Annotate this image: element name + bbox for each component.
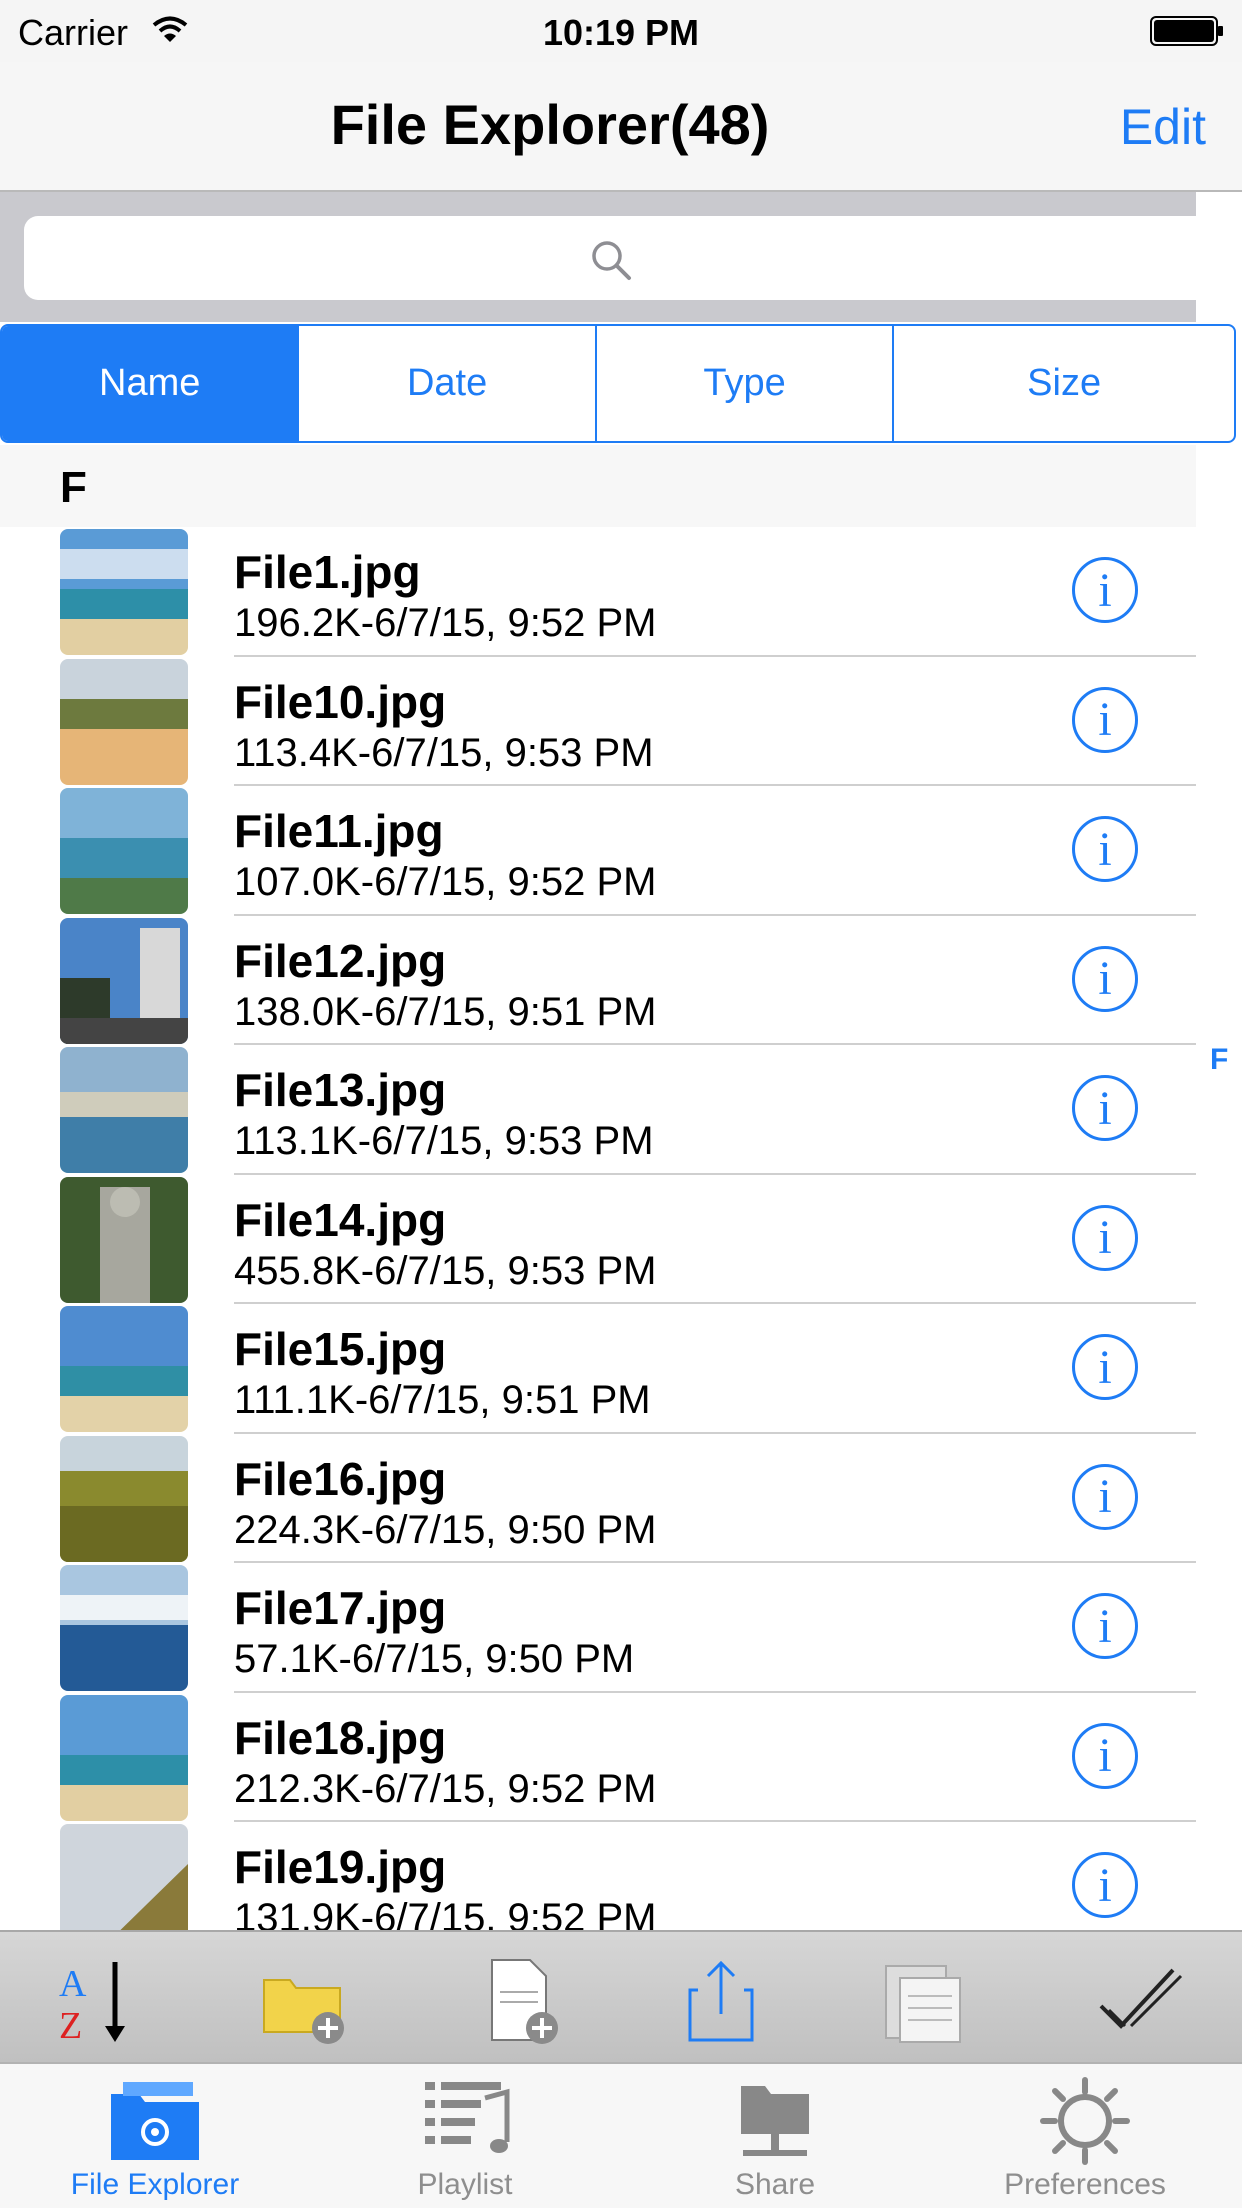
file-meta: 113.1K-6/7/15, 9:53 PM [234, 1119, 654, 1163]
paste-icon[interactable] [878, 1956, 968, 2046]
info-icon[interactable]: i [1072, 1075, 1138, 1141]
file-name: File16.jpg [234, 1452, 447, 1505]
file-meta: 57.1K-6/7/15, 9:50 PM [234, 1637, 635, 1681]
file-name: File10.jpg [234, 675, 447, 728]
file-name: File17.jpg [234, 1582, 447, 1634]
file-meta: 111.1K-6/7/15, 9:51 PM [234, 1378, 651, 1422]
file-meta: 455.8K-6/7/15, 9:53 PM [234, 1248, 657, 1293]
info-icon[interactable]: i [1072, 1463, 1138, 1530]
file-name: File13.jpg [234, 1064, 447, 1116]
new-folder-icon[interactable] [260, 1956, 350, 2046]
list-item[interactable]: File17.jpg 57.1K-6/7/15, 9:50 PM i [0, 1563, 1196, 1693]
tab-label: Playlist [417, 2168, 513, 2201]
segment-name[interactable]: Name [2, 326, 300, 441]
playlist-icon [425, 2082, 510, 2153]
section-header: F [0, 445, 1196, 527]
segment-type[interactable]: Type [597, 326, 895, 441]
photo-thumbnail [60, 1824, 188, 1930]
list-item[interactable]: File19.jpg 131.9K-6/7/15, 9:52 PM i [0, 1822, 1196, 1930]
file-name: File18.jpg [234, 1711, 447, 1764]
tab-share[interactable]: Share [620, 2064, 930, 2208]
info-icon[interactable]: i [1072, 945, 1138, 1012]
info-icon[interactable]: i [1072, 1593, 1138, 1659]
list-item[interactable]: File16.jpg 224.3K-6/7/15, 9:50 PM i [0, 1434, 1196, 1563]
info-icon[interactable]: i [1072, 1722, 1138, 1789]
edit-button[interactable]: Edit [1120, 98, 1206, 156]
page-title: File Explorer(48) [330, 93, 770, 156]
folder-gear-icon [111, 2082, 199, 2160]
status-time: 10:19 PM [542, 12, 700, 53]
list-item[interactable]: File10.jpg 113.4K-6/7/15, 9:53 PM i [0, 657, 1196, 786]
tab-label: Share [734, 2168, 816, 2201]
tab-playlist[interactable]: Playlist [310, 2064, 620, 2208]
photo-thumbnail [60, 1306, 188, 1432]
list-item[interactable]: File18.jpg 212.3K-6/7/15, 9:52 PM i [0, 1693, 1196, 1822]
file-meta: 224.3K-6/7/15, 9:50 PM [234, 1507, 657, 1552]
status-bar: Carrier 10:19 PM [0, 0, 1242, 62]
photo-thumbnail [60, 658, 188, 785]
info-icon[interactable]: i [1072, 1852, 1138, 1918]
photo-thumbnail [60, 1435, 188, 1562]
file-name: File1.jpg [234, 546, 421, 598]
file-name: File15.jpg [234, 1323, 447, 1375]
sort-az-icon[interactable]: A Z [55, 1956, 145, 2046]
tab-label: File Explorer [70, 2168, 240, 2201]
file-name: File14.jpg [234, 1193, 447, 1246]
photo-thumbnail [60, 1565, 188, 1691]
info-icon[interactable]: i [1072, 1334, 1138, 1400]
file-meta: 138.0K-6/7/15, 9:51 PM [234, 989, 657, 1034]
list-item[interactable]: File13.jpg 113.1K-6/7/15, 9:53 PM i [0, 1045, 1196, 1175]
list-item[interactable]: File1.jpg 196.2K-6/7/15, 9:52 PM i [0, 527, 1196, 657]
list-item[interactable]: File12.jpg 138.0K-6/7/15, 9:51 PM i [0, 916, 1196, 1045]
tab-preferences[interactable]: Preferences [930, 2064, 1240, 2208]
svg-text:Z: Z [59, 2005, 82, 2046]
search-input[interactable] [24, 216, 1218, 300]
photo-thumbnail [60, 1176, 188, 1303]
file-name: File19.jpg [234, 1841, 447, 1893]
search-icon [592, 241, 631, 280]
info-icon[interactable]: i [1072, 816, 1138, 882]
tab-label: Preferences [1004, 2168, 1166, 2201]
file-list: File1.jpg 196.2K-6/7/15, 9:52 PM i File1… [0, 527, 1196, 1930]
navigation-bar: File Explorer(48) Edit [0, 62, 1242, 192]
new-file-icon[interactable] [480, 1956, 570, 2046]
photo-thumbnail [60, 529, 188, 655]
share-icon[interactable] [676, 1956, 766, 2046]
list-item[interactable]: File11.jpg 107.0K-6/7/15, 9:52 PM i [0, 786, 1196, 916]
file-meta: 107.0K-6/7/15, 9:52 PM [234, 860, 657, 904]
action-toolbar: A Z [0, 1930, 1242, 2062]
index-letter[interactable]: F [1210, 1043, 1228, 1077]
photo-thumbnail [60, 1694, 188, 1821]
info-icon[interactable]: i [1072, 686, 1138, 753]
file-name: File12.jpg [234, 934, 447, 987]
svg-text:A: A [59, 1963, 87, 2005]
file-meta: 113.4K-6/7/15, 9:53 PM [234, 730, 654, 775]
segment-size[interactable]: Size [894, 326, 1234, 441]
tab-bar: File Explorer Playlist Share Preferences [0, 2062, 1242, 2208]
gear-icon [1040, 2077, 1130, 2165]
battery-icon [1150, 16, 1223, 46]
file-meta: 131.9K-6/7/15, 9:52 PM [234, 1896, 657, 1930]
segment-date[interactable]: Date [299, 326, 597, 441]
select-all-checkmark-icon[interactable] [1095, 1956, 1185, 2046]
file-meta: 196.2K-6/7/15, 9:52 PM [234, 601, 657, 645]
network-folder-icon [741, 2086, 809, 2156]
list-item[interactable]: File15.jpg 111.1K-6/7/15, 9:51 PM i [0, 1304, 1196, 1434]
search-bar [0, 192, 1218, 322]
info-icon[interactable]: i [1072, 557, 1138, 623]
photo-thumbnail [60, 788, 188, 914]
photo-thumbnail [60, 1047, 188, 1173]
info-icon[interactable]: i [1072, 1204, 1138, 1271]
tab-file-explorer[interactable]: File Explorer [0, 2064, 310, 2208]
file-name: File11.jpg [234, 805, 444, 857]
photo-thumbnail [60, 917, 188, 1044]
sort-segmented-control: Name Date Type Size [0, 324, 1236, 443]
list-item[interactable]: File14.jpg 455.8K-6/7/15, 9:53 PM i [0, 1175, 1196, 1304]
file-meta: 212.3K-6/7/15, 9:52 PM [234, 1766, 657, 1811]
